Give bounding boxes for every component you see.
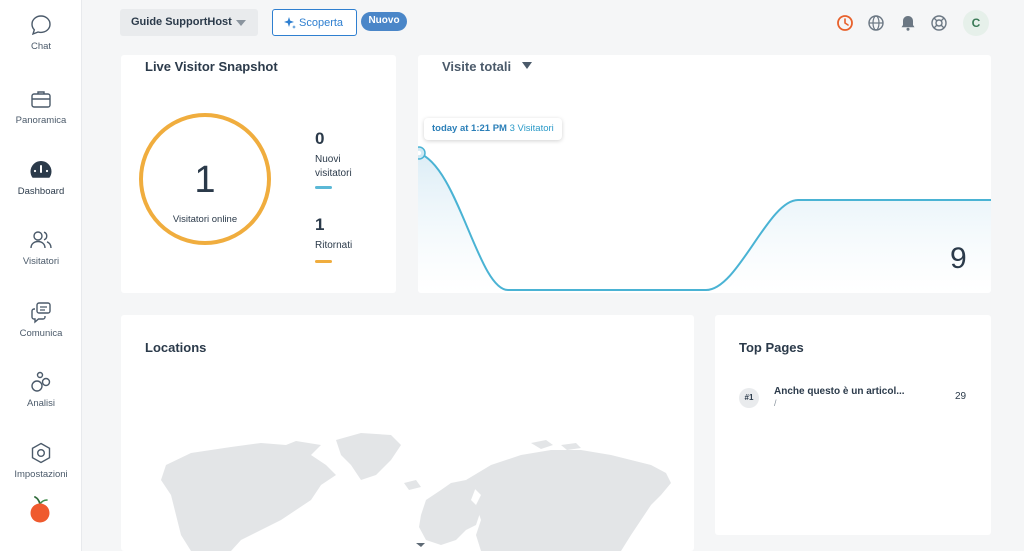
online-label: Visitatori online: [172, 214, 238, 225]
hexagon-settings-icon: [31, 442, 51, 464]
visits-total: 9: [950, 242, 967, 275]
sidebar-item-panoramica[interactable]: Panoramica: [0, 87, 82, 126]
visits-line-chart: [418, 146, 991, 293]
tomato-logo-icon: [30, 496, 50, 523]
top-pages-card: Top Pages #1 Anche questo è un articol..…: [715, 315, 991, 535]
globe-icon[interactable]: [867, 14, 885, 32]
discover-label: Scoperta: [299, 17, 344, 29]
messages-icon: [31, 302, 51, 324]
new-visitors-label-2: visitatori: [315, 168, 352, 179]
page-path: /: [774, 398, 777, 408]
clock-icon[interactable]: [836, 14, 854, 32]
locations-card: Locations: [121, 315, 694, 551]
new-visitors-label-1: Nuovi: [315, 154, 341, 165]
sidebar-item-analisi[interactable]: Analisi: [0, 370, 82, 409]
top-pages-title: Top Pages: [739, 340, 804, 355]
page-rank-badge: #1: [739, 388, 759, 408]
online-count: 1: [194, 159, 216, 201]
sidebar-item-visitatori[interactable]: Visitatori: [0, 228, 82, 267]
live-visitor-snapshot-card: Live Visitor Snapshot 1 Visitatori onlin…: [121, 55, 396, 293]
sidebar-item-label: Visitatori: [22, 256, 60, 267]
sidebar-item-label: Comunica: [19, 328, 63, 339]
snapshot-title: Live Visitor Snapshot: [145, 59, 278, 74]
sidebar-item-label: Impostazioni: [14, 469, 68, 480]
new-badge: Nuovo: [361, 12, 407, 31]
chat-bubble-icon: [31, 15, 51, 36]
briefcase-icon: [31, 91, 51, 108]
visits-area: [418, 153, 991, 293]
sidebar-item-label: Chat: [30, 41, 52, 52]
returning-bar: [315, 260, 332, 263]
sidebar-item-chat[interactable]: Chat: [0, 13, 82, 52]
sidebar: Chat Panoramica Dashboard Visitatori Com…: [0, 0, 82, 551]
tooltip-time: today at 1:21 PM: [432, 123, 507, 134]
new-visitors-count: 0: [315, 129, 325, 148]
sidebar-item-label: Dashboard: [17, 186, 65, 197]
new-visitors-bar: [315, 186, 332, 189]
sparkle-icon: [284, 17, 296, 29]
avatar[interactable]: C: [963, 10, 989, 36]
help-lifebuoy-icon[interactable]: [930, 14, 948, 32]
page-title-link[interactable]: Anche questo è un articol...: [774, 386, 905, 397]
site-select-label: Guide SupportHost: [131, 16, 232, 28]
total-visits-card: Visite totali today at 1:21 PM 3 Visitat…: [418, 55, 991, 293]
tooltip-value: 3 Visitatori: [509, 123, 554, 134]
sidebar-item-label: Panoramica: [15, 115, 67, 126]
returning-label: Ritornati: [315, 240, 353, 251]
chart-tooltip: today at 1:21 PM 3 Visitatori: [424, 118, 562, 140]
online-visitors-ring: 1 Visitatori online: [139, 113, 271, 245]
caret-down-icon: [236, 20, 246, 26]
returning-count: 1: [315, 215, 325, 234]
dashboard-gauge-icon: [30, 161, 52, 178]
analytics-circles-icon: [31, 371, 51, 392]
users-icon: [30, 231, 52, 249]
page-view-count: 29: [955, 391, 967, 402]
sidebar-item-comunica[interactable]: Comunica: [0, 300, 82, 339]
discover-button[interactable]: Scoperta: [272, 9, 357, 36]
site-select[interactable]: Guide SupportHost: [120, 9, 258, 36]
sidebar-item-dashboard[interactable]: Dashboard: [0, 158, 82, 197]
sidebar-item-label: Analisi: [27, 398, 55, 409]
world-map[interactable]: [121, 315, 694, 551]
bell-icon[interactable]: [899, 14, 917, 32]
sidebar-item-impostazioni[interactable]: Impostazioni: [0, 441, 82, 480]
